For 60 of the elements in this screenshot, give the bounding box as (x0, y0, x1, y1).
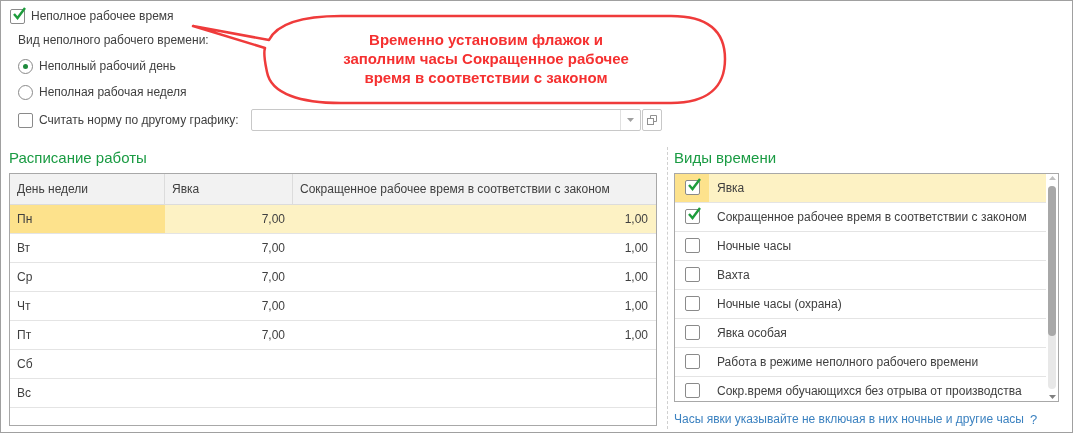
table-cell-text: Ср (16, 268, 34, 286)
scrollbar[interactable] (1046, 173, 1058, 401)
list-item-label: Вахта (716, 266, 750, 284)
table-cell-text: 1,00 (624, 210, 648, 228)
table-cell: Пн (10, 204, 165, 233)
table-cell-text: 7,00 (261, 239, 285, 257)
table-cell-text: Чт (16, 297, 32, 315)
radio-button[interactable] (18, 84, 33, 100)
list-item-label: Ночные часы (716, 237, 792, 255)
checkmark-icon (12, 6, 26, 21)
table-cell-text: 7,00 (261, 297, 285, 315)
table-cell-text: Сб (16, 355, 34, 373)
column-header[interactable]: Явка (165, 173, 293, 204)
callout-text: Временно установим флажок и заполним часы Сокращенное рабочее время в соответствии с законом (342, 30, 630, 87)
list-item-label: Сокращенное рабочее время в соответствии с законом (716, 208, 1027, 226)
checkbox[interactable] (684, 238, 700, 253)
checkbox-label: Считать норму по другому графику: (39, 112, 239, 129)
radio-label: Неполная рабочая неделя (39, 84, 187, 101)
checkmark-icon (686, 207, 701, 221)
section-title: Виды времени (674, 148, 778, 168)
table-cell-text: 7,00 (261, 326, 285, 344)
table-cell-text: 1,00 (624, 326, 648, 344)
group-label: Вид неполного рабочего времени: (18, 32, 209, 49)
checkbox[interactable] (684, 209, 700, 224)
open-window-icon[interactable] (641, 109, 662, 131)
scroll-up-arrow-icon[interactable] (1048, 175, 1056, 180)
list-item-label: Сокр.время обучающихся без отрыва от производства (716, 382, 1022, 400)
list-item-label: Ночные часы (охрана) (716, 295, 842, 313)
table-cell-text: 1,00 (624, 239, 648, 257)
column-header[interactable]: Сокращенное рабочее время в соответствии с законом (293, 173, 656, 204)
table-cell-text: 1,00 (624, 297, 648, 315)
list-item-label: Явка особая (716, 324, 787, 342)
checkmark-icon (686, 178, 701, 192)
checkbox[interactable] (684, 296, 700, 311)
checkbox[interactable] (684, 383, 700, 398)
checkbox[interactable] (684, 180, 700, 195)
scroll-down-arrow-icon[interactable] (1048, 394, 1056, 399)
list-item-label: Явка (716, 179, 745, 197)
schedule-select-field[interactable] (250, 109, 641, 131)
list-item[interactable]: Явка (675, 173, 1046, 203)
checkbox[interactable] (684, 354, 700, 369)
table-cell-text: Вс (16, 384, 32, 402)
help-link[interactable]: ? (1030, 409, 1038, 429)
table-cell-text: Вт (16, 239, 32, 257)
checkbox[interactable] (10, 8, 25, 24)
checkbox[interactable] (684, 267, 700, 282)
checkbox[interactable] (684, 325, 700, 340)
table-cell-text: 1,00 (624, 268, 648, 286)
radio-label: Неполный рабочий день (39, 58, 176, 75)
hint-link[interactable]: Часы явки указывайте не включая в них ночные и другие часы (674, 409, 1024, 429)
column-header[interactable]: День недели (10, 173, 165, 204)
checkbox-label: Неполное рабочее время (31, 8, 174, 25)
checkbox[interactable] (18, 112, 33, 128)
table-cell-text: 7,00 (261, 210, 285, 228)
radio-button[interactable] (18, 58, 33, 74)
table-cell-text: Пт (16, 326, 33, 344)
table-cell-text: 7,00 (261, 268, 285, 286)
section-title: Расписание работы (9, 148, 148, 168)
list-item-label: Работа в режиме неполного рабочего времени (716, 353, 979, 371)
table-row[interactable]: Пн 7,00 1,00 (10, 204, 656, 234)
